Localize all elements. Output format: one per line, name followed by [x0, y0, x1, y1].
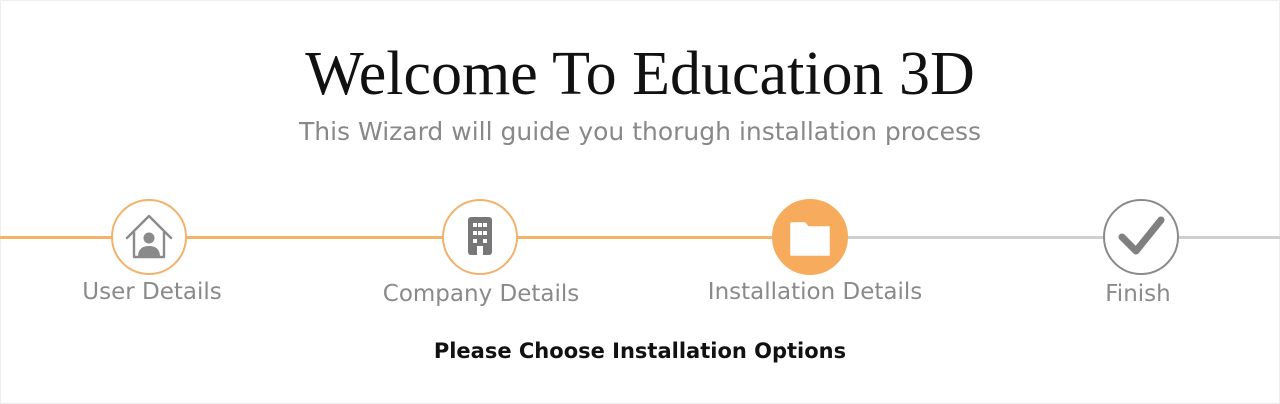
- folder-icon: [790, 222, 830, 256]
- step-user-details[interactable]: [111, 199, 187, 275]
- step-installation-details[interactable]: [772, 199, 848, 275]
- installation-options-heading: Please Choose Installation Options: [433, 339, 847, 363]
- step-label-installation-details: Installation Details: [707, 279, 923, 305]
- checkmark-icon: [1118, 216, 1165, 255]
- progress-track-pending: [810, 236, 1280, 239]
- step-company-details[interactable]: [442, 199, 518, 275]
- home-user-icon: [125, 214, 173, 259]
- building-icon: [468, 217, 492, 255]
- step-finish[interactable]: [1103, 199, 1179, 275]
- page-subtitle: This Wizard will guide you thorugh insta…: [299, 117, 981, 146]
- step-label-company-details: Company Details: [382, 281, 580, 307]
- step-label-user-details: User Details: [82, 279, 222, 305]
- page-title: Welcome To Education 3D: [305, 40, 975, 108]
- step-label-finish: Finish: [1105, 281, 1171, 307]
